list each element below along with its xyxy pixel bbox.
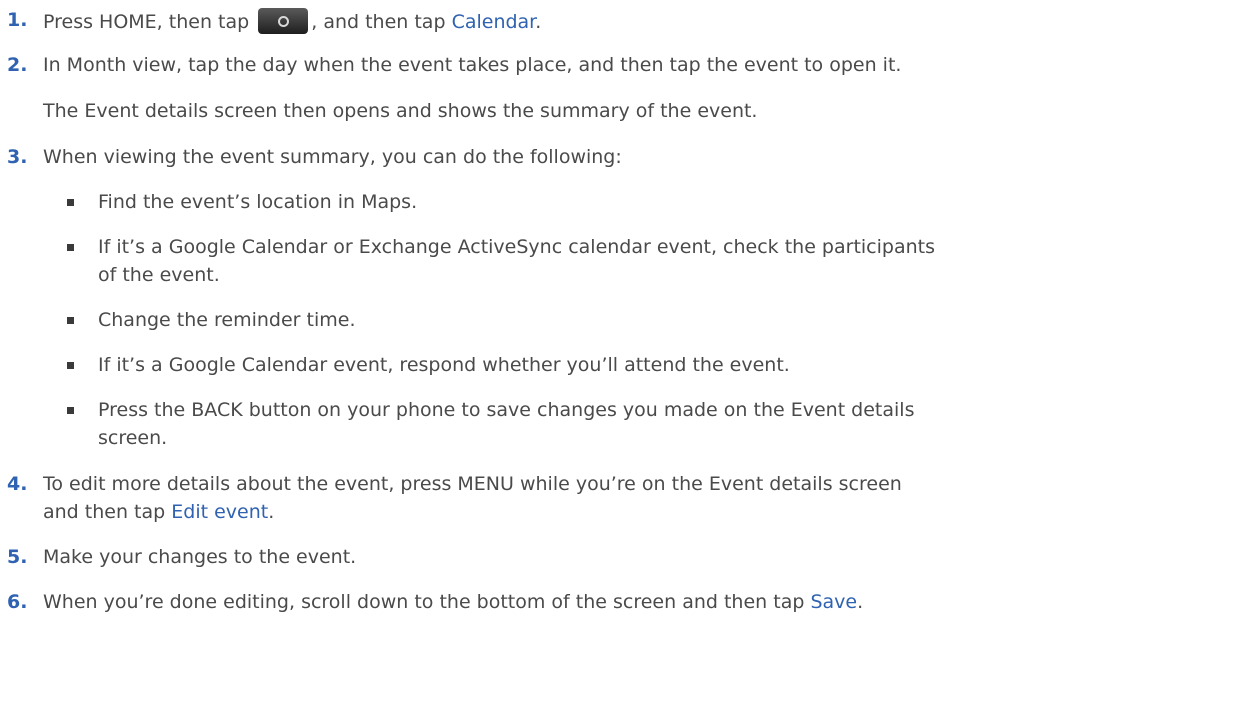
step-text: When viewing the event summary, you can … [43,146,622,168]
bullet-icon [67,407,74,414]
step-text: To edit more details about the event, pr… [43,473,902,495]
calendar-label: Calendar [451,11,536,33]
instructions-document: 1. Press HOME, then tap , and then tap C… [7,8,935,613]
bullet-icon [67,317,74,324]
bullet-icon [67,199,74,206]
save-label: Save [810,591,858,613]
edit-event-label: Edit event [171,501,269,523]
step-number: 2. [7,54,28,76]
step-text: , and then tap [311,11,452,33]
step-number: 1. [7,9,28,31]
step-number: 5. [7,546,28,568]
step-text: When you’re done editing, scroll down to… [43,591,811,613]
step-text: Make your changes to the event. [43,546,357,568]
step-text: Press HOME, then tap [43,11,256,33]
step-number: 4. [7,473,28,495]
all-apps-icon [258,8,309,34]
bullet-icon [67,362,74,369]
step-text: In Month view, tap the day when the even… [43,54,902,76]
step-number: 3. [7,146,28,168]
bullet-icon [67,244,74,251]
step-number: 6. [7,591,28,613]
step-note: The Event details screen then opens and … [43,100,758,122]
